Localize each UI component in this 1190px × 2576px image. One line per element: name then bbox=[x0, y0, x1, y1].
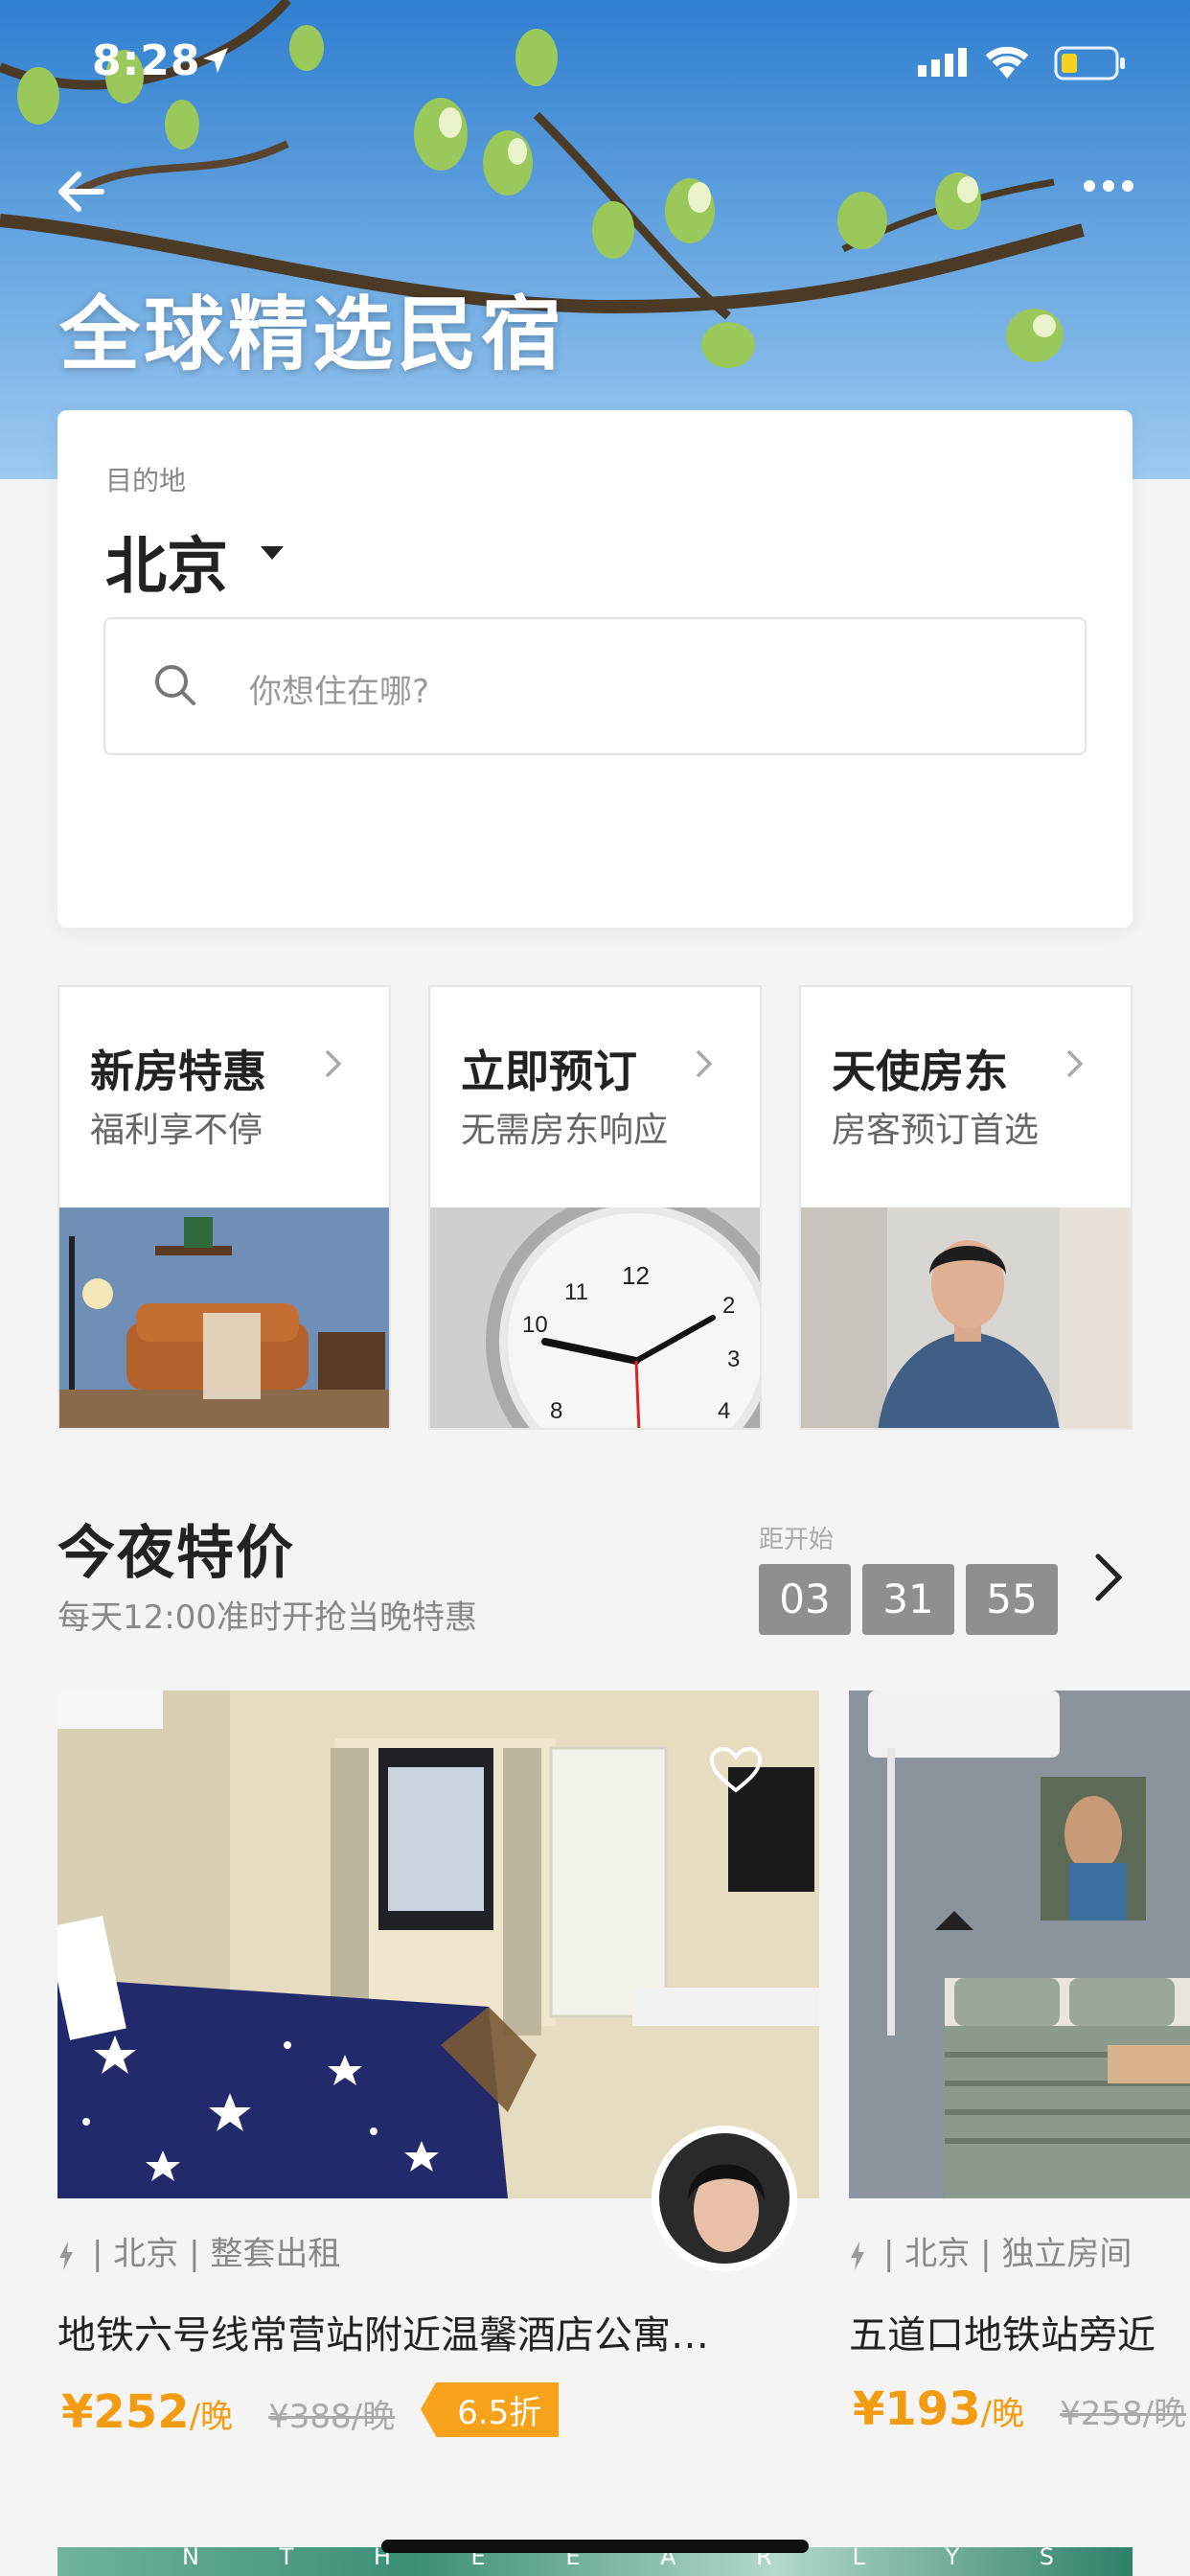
home-indicator[interactable] bbox=[381, 2540, 809, 2553]
search-input[interactable]: 你想住在哪? bbox=[103, 617, 1087, 755]
tile-title: 新房特惠 bbox=[90, 1046, 266, 1097]
tile-subtitle: 房客预订首选 bbox=[832, 1111, 1040, 1150]
wifi-icon bbox=[985, 46, 1029, 79]
countdown-seconds: 55 bbox=[966, 1564, 1058, 1635]
host-portrait-image bbox=[801, 1208, 1131, 1428]
listing-meta: | 北京 | 整套出租 bbox=[57, 2227, 340, 2274]
section-subtitle: 每天12:00准时开抢当晚特惠 bbox=[57, 1598, 477, 1637]
destination-city-selector[interactable]: 北京 bbox=[105, 518, 228, 606]
countdown-hours: 03 bbox=[759, 1564, 851, 1635]
discount-badge: 6.5折 bbox=[421, 2382, 560, 2437]
listing-meta-text: | 北京 | 独立房间 bbox=[883, 2235, 1133, 2273]
chevron-right-icon[interactable] bbox=[1092, 1551, 1127, 1604]
listing-price-row: ¥252/晚 ¥388/晚 6.5折 bbox=[61, 2382, 560, 2439]
svg-text:3: 3 bbox=[727, 1346, 740, 1372]
chevron-right-icon bbox=[696, 1049, 713, 1078]
listing-price: ¥252 bbox=[61, 2385, 190, 2439]
page-title: 全球精选民宿 bbox=[59, 288, 566, 381]
living-room-image bbox=[59, 1208, 389, 1428]
caret-down-icon[interactable] bbox=[259, 544, 286, 562]
section-title: 今夜特价 bbox=[57, 1520, 295, 1587]
search-card: 目的地 北京 你想住在哪? bbox=[57, 410, 1133, 928]
svg-text:11: 11 bbox=[564, 1279, 588, 1305]
chevron-right-icon bbox=[325, 1049, 342, 1078]
search-icon bbox=[155, 665, 195, 705]
listing-price-row: ¥193/晚 ¥258/晚 bbox=[853, 2382, 1186, 2436]
destination-label: 目的地 bbox=[105, 465, 187, 496]
clock-image: 12 11 10 8 4 3 2 bbox=[430, 1208, 760, 1428]
listing-card[interactable]: | 北京 | 独立房间 五道口地铁站旁近 ¥193/晚 ¥258/晚 bbox=[849, 1690, 1190, 2438]
listing-photo bbox=[57, 1690, 819, 2198]
svg-text:8: 8 bbox=[550, 1398, 562, 1424]
chevron-right-icon bbox=[1066, 1049, 1084, 1078]
tile-instant-booking[interactable]: 立即预订 无需房东响应 12 11 10 8 4 3 2 bbox=[428, 985, 762, 1430]
svg-text:4: 4 bbox=[718, 1398, 730, 1424]
battery-icon bbox=[1054, 46, 1125, 80]
back-arrow-icon[interactable] bbox=[54, 163, 111, 220]
host-avatar-image bbox=[659, 2133, 790, 2264]
listing-meta: | 北京 | 独立房间 bbox=[849, 2227, 1132, 2274]
instant-book-bolt-icon bbox=[59, 2241, 73, 2270]
tile-subtitle: 无需房东响应 bbox=[461, 1111, 669, 1150]
cellular-signal-icon bbox=[918, 48, 967, 77]
svg-text:10: 10 bbox=[522, 1312, 548, 1338]
tile-new-house-deals[interactable]: 新房特惠 福利享不停 bbox=[57, 985, 391, 1430]
host-avatar[interactable] bbox=[652, 2126, 797, 2271]
countdown-label: 距开始 bbox=[759, 1526, 835, 1554]
tile-subtitle: 福利享不停 bbox=[90, 1111, 263, 1150]
price-unit: /晚 bbox=[980, 2395, 1025, 2433]
svg-text:2: 2 bbox=[722, 1293, 735, 1319]
more-icon[interactable] bbox=[1083, 174, 1134, 197]
listing-price: ¥193 bbox=[853, 2382, 981, 2436]
listing-card[interactable]: | 北京 | 整套出租 地铁六号线常营站附近温馨酒店公寓… ¥252/晚 ¥38… bbox=[57, 1690, 819, 2439]
svg-text:12: 12 bbox=[622, 1261, 650, 1290]
tile-angel-host[interactable]: 天使房东 房客预订首选 bbox=[799, 985, 1133, 1430]
status-time: 8:28 bbox=[92, 36, 201, 85]
instant-book-bolt-icon bbox=[851, 2241, 864, 2270]
price-unit: /晚 bbox=[189, 2398, 234, 2436]
tile-title: 天使房东 bbox=[832, 1046, 1008, 1097]
status-bar: 8:28 bbox=[0, 0, 1190, 125]
countdown-minutes: 31 bbox=[862, 1564, 954, 1635]
search-placeholder: 你想住在哪? bbox=[249, 673, 430, 711]
favorite-heart-icon[interactable] bbox=[709, 1746, 763, 1794]
hero-banner: 8:28 全球精选民宿 bbox=[0, 0, 1190, 479]
original-price: ¥258/晚 bbox=[1060, 2395, 1187, 2433]
listing-meta-text: | 北京 | 整套出租 bbox=[92, 2235, 341, 2273]
listing-name: 五道口地铁站旁近 bbox=[849, 2313, 1156, 2358]
tile-title: 立即预订 bbox=[461, 1046, 637, 1097]
listing-name: 地铁六号线常营站附近温馨酒店公寓… bbox=[57, 2313, 709, 2358]
original-price: ¥388/晚 bbox=[268, 2398, 396, 2436]
listing-photo bbox=[849, 1690, 1190, 2198]
location-arrow-icon bbox=[203, 48, 228, 73]
